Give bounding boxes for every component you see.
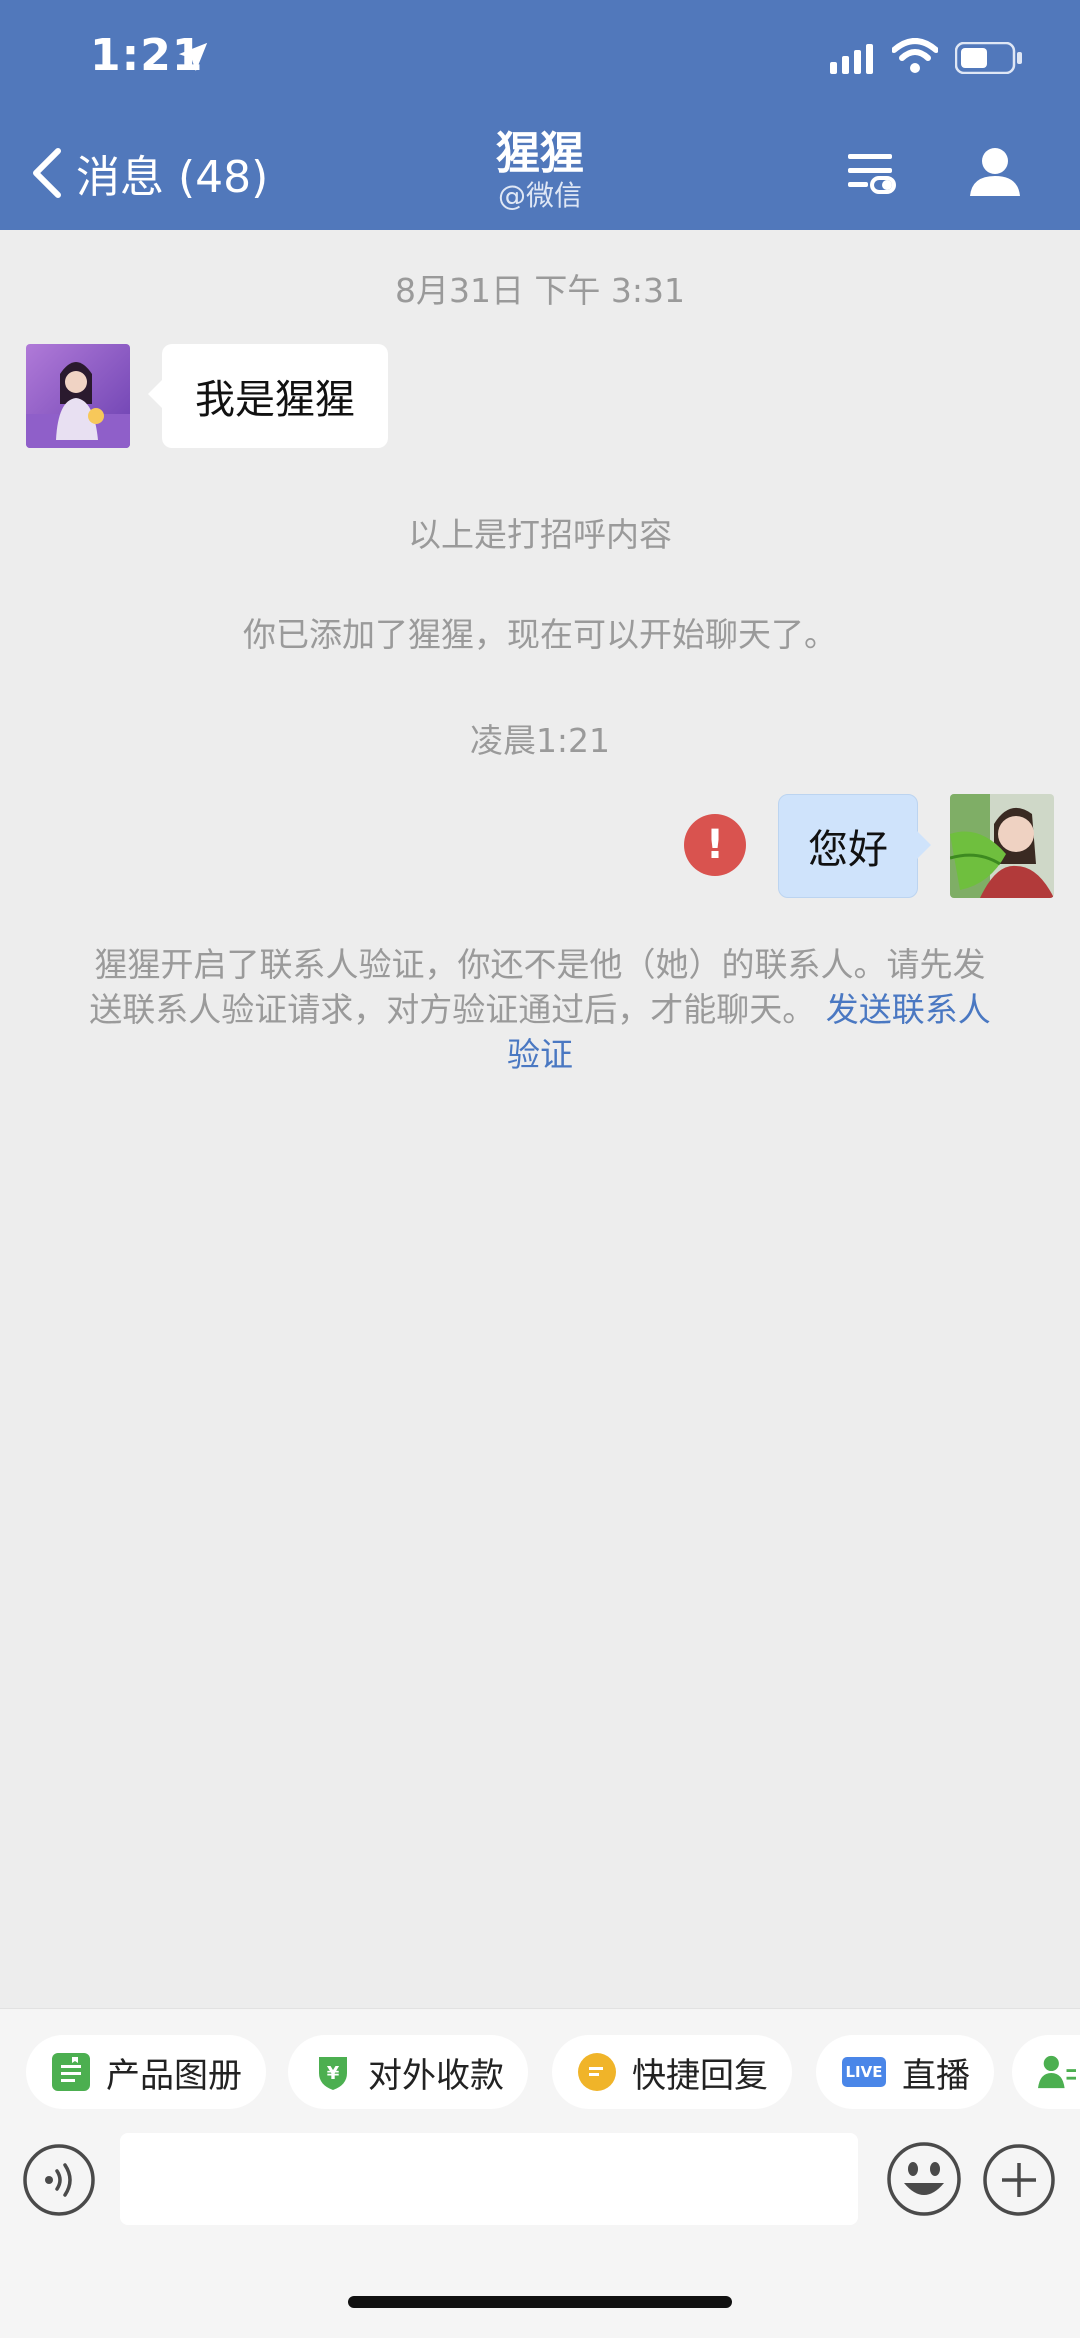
contact-avatar[interactable] bbox=[26, 344, 130, 448]
product-album-chip[interactable]: 产品图册 bbox=[26, 2035, 266, 2109]
live-stream-chip[interactable]: LIVE 直播 bbox=[816, 2035, 994, 2109]
contact-card-chip[interactable] bbox=[1012, 2035, 1080, 2109]
navigation-header: 1:21 消息 (48) 猩猩 @微信 bbox=[0, 0, 1080, 230]
external-payment-chip[interactable]: ¥ 对外收款 bbox=[288, 2035, 528, 2109]
wifi-icon bbox=[892, 38, 938, 73]
live-badge-text: LIVE bbox=[845, 2063, 883, 2081]
chip-label: 直播 bbox=[902, 2055, 970, 2096]
timestamp: 8月31日 下午 3:31 bbox=[394, 271, 686, 310]
album-icon bbox=[52, 2053, 90, 2091]
verification-notice: 猩猩开启了联系人验证，你还不是他（她）的联系人。请先发送联系人验证请求，对方验证… bbox=[80, 942, 1000, 1077]
contact-card-icon bbox=[1038, 2053, 1076, 2091]
emoji-icon[interactable] bbox=[886, 2141, 962, 2217]
greeting-notice: 以上是打招呼内容 bbox=[408, 515, 672, 554]
send-failed-mark: ! bbox=[705, 822, 725, 868]
my-avatar[interactable] bbox=[950, 794, 1054, 898]
outgoing-message-text: 您好 bbox=[808, 827, 888, 873]
chevron-left-icon bbox=[33, 148, 61, 198]
location-arrow-icon bbox=[178, 42, 208, 72]
incoming-message-bubble[interactable]: 我是猩猩 bbox=[148, 344, 388, 448]
input-toolbar: 产品图册 ¥ 对外收款 快捷回复 LIVE 直播 bbox=[0, 2008, 1080, 2338]
signal-icon bbox=[830, 44, 873, 74]
yuan-symbol: ¥ bbox=[327, 2063, 340, 2084]
incoming-message-text: 我是猩猩 bbox=[195, 377, 355, 423]
home-indicator[interactable] bbox=[348, 2296, 732, 2308]
battery-icon bbox=[955, 42, 1022, 74]
chat-menu-icon[interactable] bbox=[846, 148, 896, 198]
send-failed-icon[interactable]: ! bbox=[684, 814, 746, 876]
quick-reply-chip[interactable]: 快捷回复 bbox=[552, 2035, 792, 2109]
chip-label: 快捷回复 bbox=[632, 2055, 768, 2096]
voice-input-icon[interactable] bbox=[22, 2143, 96, 2217]
profile-icon[interactable] bbox=[968, 146, 1022, 198]
quick-actions-bar[interactable]: 产品图册 ¥ 对外收款 快捷回复 LIVE 直播 bbox=[0, 2035, 1080, 2111]
payment-shield-icon: ¥ bbox=[314, 2053, 352, 2091]
back-label: 消息 (48) bbox=[76, 152, 269, 203]
message-input[interactable] bbox=[120, 2133, 858, 2225]
chip-label: 对外收款 bbox=[368, 2055, 504, 2096]
added-notice: 你已添加了猩猩，现在可以开始聊天了。 bbox=[243, 615, 837, 654]
chip-label: 产品图册 bbox=[106, 2055, 242, 2096]
my-avatar-image bbox=[950, 794, 1054, 898]
live-icon: LIVE bbox=[842, 2057, 886, 2087]
quick-reply-icon bbox=[578, 2053, 616, 2091]
timestamp: 凌晨1:21 bbox=[469, 721, 611, 760]
plus-icon[interactable] bbox=[982, 2143, 1056, 2217]
contact-avatar-image bbox=[26, 344, 130, 448]
contact-source: @微信 bbox=[497, 179, 582, 212]
contact-name: 猩猩 bbox=[496, 128, 584, 179]
chat-title: 猩猩 @微信 bbox=[340, 128, 740, 212]
outgoing-message-bubble[interactable]: 您好 bbox=[778, 794, 931, 898]
back-button[interactable]: 消息 (48) bbox=[30, 138, 268, 208]
